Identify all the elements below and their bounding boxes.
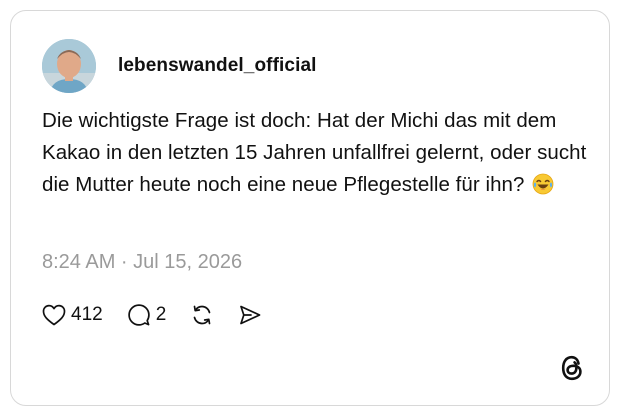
post-text: Die wichtigste Frage ist doch: Hat der M… <box>42 105 587 205</box>
like-count: 412 <box>71 304 103 325</box>
post-timestamp[interactable]: 8:24 AM · Jul 15, 2026 <box>42 251 242 274</box>
reply-count: 2 <box>155 304 167 325</box>
reply-button[interactable]: 2 <box>127 303 167 327</box>
post-body: Die wichtigste Frage ist doch: Hat der M… <box>42 109 587 196</box>
username[interactable]: lebenswandel_official <box>118 55 317 77</box>
send-icon <box>238 303 262 327</box>
action-bar: 412 2 <box>42 301 286 329</box>
post-header: lebenswandel_official <box>42 38 317 94</box>
threads-logo-icon[interactable] <box>559 354 585 382</box>
post-card: lebenswandel_official Die wichtigste Fra… <box>10 10 610 406</box>
speech-bubble-icon <box>127 303 151 327</box>
face-with-tears-of-joy-icon <box>532 173 554 205</box>
share-button[interactable] <box>238 303 262 327</box>
avatar[interactable] <box>42 39 96 93</box>
heart-icon <box>42 304 66 326</box>
like-button[interactable]: 412 <box>42 304 103 326</box>
repost-button[interactable] <box>190 303 214 327</box>
repost-icon <box>190 303 214 327</box>
